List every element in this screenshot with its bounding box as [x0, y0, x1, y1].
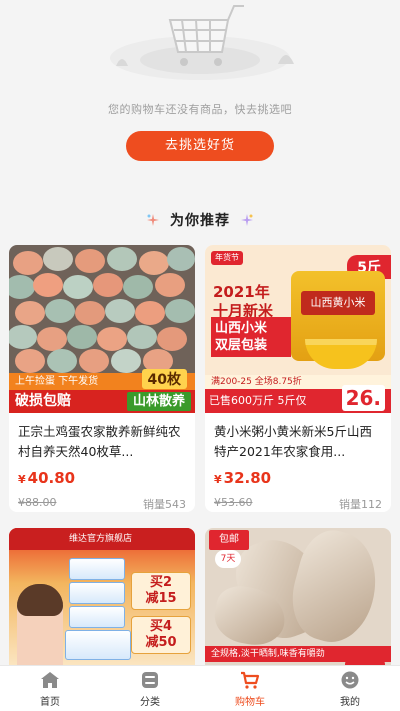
- product-card[interactable]: 年货节 5斤 2021年 十月新米 山西小米 双层包装 山西黄小米 满200-2…: [205, 245, 391, 512]
- original-price: ¥88.00: [18, 496, 57, 509]
- nav-category[interactable]: 分类: [100, 666, 200, 711]
- sparkle-left-icon: [147, 214, 159, 226]
- product-title[interactable]: 正宗土鸡蛋农家散养新鲜纯农村自养天然40枚草...: [18, 422, 186, 462]
- return-days-tag: 7天: [215, 550, 241, 568]
- category-icon: [142, 671, 158, 688]
- millet-bag-label: 山西黄小米: [301, 291, 375, 315]
- empty-cart-message: 您的购物车还没有商品，快去挑选吧: [108, 103, 292, 116]
- product-image-eggs[interactable]: 上午捡蛋 下午发货 40枚 破损包赔 山林散养: [9, 245, 195, 413]
- festival-tag: 年货节: [211, 251, 243, 265]
- price-value: 32.80: [223, 469, 272, 487]
- go-shopping-button[interactable]: 去挑选好货: [126, 131, 274, 161]
- nav-profile[interactable]: 我的: [300, 666, 400, 711]
- currency-symbol: ¥: [18, 473, 26, 486]
- home-icon: [41, 671, 59, 688]
- sales-count: 销量543: [143, 498, 186, 511]
- recommend-title: 为你推荐: [170, 213, 230, 229]
- product-image-millet[interactable]: 年货节 5斤 2021年 十月新米 山西小米 双层包装 山西黄小米 满200-2…: [205, 245, 391, 413]
- nav-cart-label: 购物车: [235, 696, 265, 708]
- product-title[interactable]: 黄小米粥小黄米新米5斤山西特产2021年农家食用...: [214, 422, 382, 462]
- nav-home[interactable]: 首页: [0, 666, 100, 711]
- currency-symbol: ¥: [214, 473, 222, 486]
- free-shipping-tag: 包邮: [209, 530, 249, 550]
- product-price: ¥32.80: [214, 469, 382, 487]
- product-image-tissue[interactable]: 维达官方旗舰店 买2 减15 买4 减50: [9, 528, 195, 665]
- nav-home-label: 首页: [40, 696, 60, 708]
- product-card[interactable]: 维达官方旗舰店 买2 减15 买4 减50: [9, 528, 195, 665]
- nav-cart[interactable]: 购物车: [200, 666, 300, 711]
- promo-badge-buy4: 买4 减50: [131, 616, 191, 654]
- bottom-nav: 首页 分类 购物车 我的: [0, 665, 400, 711]
- store-name-strip: 维达官方旗舰店: [9, 528, 195, 550]
- cart-icon: [241, 671, 260, 689]
- empty-cart-illustration: [110, 5, 294, 80]
- millet-year-text: 2021年 十月新米: [213, 283, 274, 320]
- sparkle-right-icon: [241, 214, 253, 226]
- product-card[interactable]: 包邮 7天 全规格,淡干晒制,味香有嚼劲 12: [205, 528, 391, 665]
- profile-icon: [341, 671, 359, 688]
- product-image-squid[interactable]: 包邮 7天 全规格,淡干晒制,味香有嚼劲 12: [205, 528, 391, 665]
- price-value: 40.80: [27, 469, 76, 487]
- recommend-header: 为你推荐: [0, 208, 400, 232]
- egg-freerange-label: 山林散养: [126, 392, 191, 411]
- millet-big-price: 26.: [341, 385, 385, 411]
- empty-cart-section: 您的购物车还没有商品，快去挑选吧 去挑选好货: [0, 0, 400, 195]
- product-card[interactable]: 上午捡蛋 下午发货 40枚 破损包赔 山林散养 正宗土鸡蛋农家散养新鲜纯农村自养…: [9, 245, 195, 512]
- egg-count-badge: 40枚: [141, 369, 187, 389]
- millet-feature-box: 山西小米 双层包装: [211, 317, 291, 357]
- nav-category-label: 分类: [140, 696, 160, 708]
- promo-badge-buy2: 买2 减15: [131, 572, 191, 610]
- sales-count: 销量112: [339, 498, 382, 511]
- original-price: ¥53.60: [214, 496, 253, 509]
- product-price: ¥40.80: [18, 469, 186, 487]
- nav-profile-label: 我的: [340, 696, 360, 708]
